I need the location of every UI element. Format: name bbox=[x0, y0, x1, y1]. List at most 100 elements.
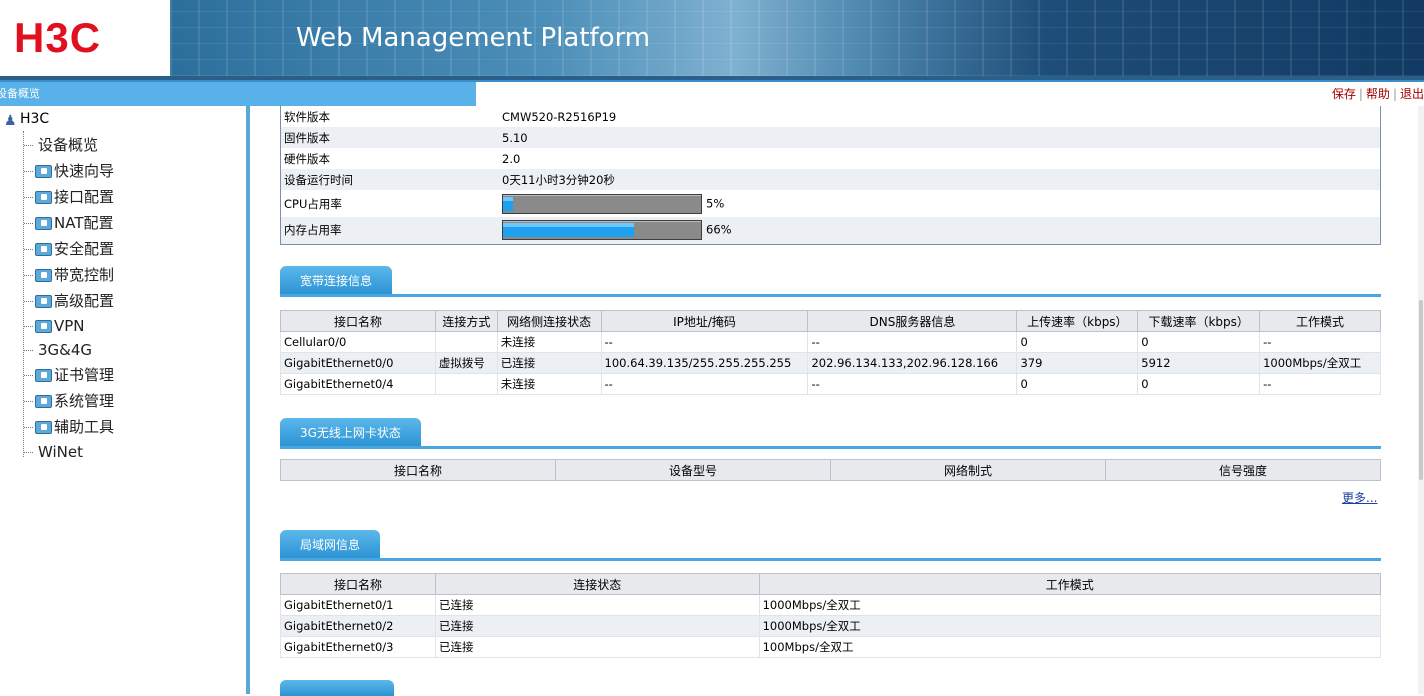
wireless-section-header: 3G无线上网卡状态 bbox=[280, 418, 1381, 449]
platform-title: Web Management Platform bbox=[296, 23, 651, 53]
table-cell: Cellular0/0 bbox=[280, 331, 436, 353]
tree-root-label: H3C bbox=[20, 111, 50, 127]
column-header: 设备型号 bbox=[555, 459, 831, 481]
folder-icon bbox=[35, 395, 52, 408]
table-cell: -- bbox=[600, 331, 809, 353]
table-row: GigabitEthernet0/1 已连接 1000Mbps/全双工 bbox=[280, 594, 1382, 616]
scrollbar-thumb[interactable] bbox=[1419, 300, 1423, 480]
h3c-logo: H3C bbox=[14, 14, 102, 61]
tree-connector bbox=[24, 325, 33, 328]
sidebar-item[interactable]: 带宽控制 bbox=[24, 264, 114, 286]
table-header-row: 接口名称 设备型号 网络制式 信号强度 bbox=[280, 459, 1381, 481]
sidebar-item[interactable]: WiNet bbox=[24, 441, 83, 463]
device-info-table: 软件版本 CMW520-R2516P19 固件版本 5.10 硬件版本 2.0 设备运… bbox=[280, 106, 1381, 245]
tree-root[interactable]: ♟ H3C bbox=[4, 108, 49, 130]
sidebar-item[interactable]: 证书管理 bbox=[24, 364, 114, 386]
table-cell: -- bbox=[807, 331, 1018, 353]
table-header-row: 接口名称 连接状态 工作模式 bbox=[280, 573, 1382, 595]
table-cell: -- bbox=[1259, 373, 1381, 395]
info-value: 2.0 bbox=[502, 151, 521, 166]
tree-connector bbox=[24, 400, 33, 403]
cpu-label: CPU占用率 bbox=[284, 196, 342, 211]
save-link[interactable]: 保存 bbox=[1332, 87, 1356, 101]
column-header: DNS服务器信息 bbox=[807, 310, 1018, 332]
table-cell: -- bbox=[1259, 331, 1381, 353]
sidebar-item[interactable]: 接口配置 bbox=[24, 186, 114, 208]
column-header: 连接方式 bbox=[434, 310, 498, 332]
info-value: 5.10 bbox=[499, 127, 1381, 148]
logout-link[interactable]: 退出 bbox=[1400, 87, 1424, 101]
memory-row: 内存占用率 66% bbox=[280, 217, 1381, 244]
sidebar-item[interactable]: 3G&4G bbox=[24, 339, 92, 361]
lan-section-tab[interactable]: 局域网信息 bbox=[280, 530, 381, 558]
table-cell: 已连接 bbox=[434, 636, 760, 658]
user-group-icon: ♟ bbox=[4, 113, 17, 129]
column-header: 连接状态 bbox=[434, 573, 760, 595]
table-cell: GigabitEthernet0/3 bbox=[280, 636, 436, 658]
info-key: 固件版本 bbox=[280, 127, 499, 148]
sidebar-item-label: 带宽控制 bbox=[54, 266, 115, 284]
cpu-usage-bar bbox=[502, 193, 702, 214]
sidebar-item[interactable]: 安全配置 bbox=[24, 238, 114, 260]
sidebar-item-label: WiNet bbox=[38, 443, 83, 461]
section-rule bbox=[280, 558, 1381, 561]
column-header: 接口名称 bbox=[280, 573, 436, 595]
table-row: GigabitEthernet0/3 已连接 100Mbps/全双工 bbox=[280, 636, 1382, 658]
sidebar-item-label: 接口配置 bbox=[54, 188, 115, 206]
table-cell: 1000Mbps/全双工 bbox=[758, 615, 1382, 637]
table-cell: -- bbox=[807, 373, 1018, 395]
broadband-section-tab[interactable]: 宽带连接信息 bbox=[280, 266, 393, 294]
sidebar-item[interactable]: 设备概览 bbox=[24, 134, 98, 156]
tree-connector bbox=[24, 349, 33, 352]
lan-table: 接口名称 连接状态 工作模式 GigabitEthernet0/1 已连接 1000Mb… bbox=[280, 573, 1382, 658]
memory-usage-bar bbox=[502, 220, 702, 241]
info-row: 设备运行时间 0天11小时3分钟20秒 bbox=[280, 169, 1381, 190]
table-cell: -- bbox=[600, 373, 809, 395]
current-page-title: 设备概览 bbox=[0, 87, 40, 100]
tree-connector bbox=[24, 222, 33, 225]
sidebar-item[interactable]: 辅助工具 bbox=[24, 416, 114, 438]
broadband-table: 接口名称 连接方式 网络侧连接状态 IP地址/掩码 DNS服务器信息 上传速率（kbps）… bbox=[280, 310, 1381, 395]
table-cell: 1000Mbps/全双工 bbox=[758, 594, 1382, 616]
sidebar-item[interactable]: 系统管理 bbox=[24, 390, 114, 412]
table-cell: GigabitEthernet0/1 bbox=[280, 594, 436, 616]
table-cell: 100Mbps/全双工 bbox=[758, 636, 1382, 658]
folder-icon bbox=[35, 295, 52, 308]
memory-label: 内存占用率 bbox=[280, 217, 499, 244]
tree-connector bbox=[24, 426, 33, 429]
sidebar-item-label: 辅助工具 bbox=[54, 418, 115, 436]
cpu-usage-fill bbox=[503, 196, 513, 211]
sidebar-item[interactable]: 高级配置 bbox=[24, 290, 114, 312]
info-value: CMW520-R2516P19 bbox=[502, 109, 617, 124]
info-key: 硬件版本 bbox=[284, 151, 330, 166]
folder-icon bbox=[35, 421, 52, 434]
table-cell: 379 bbox=[1016, 352, 1139, 374]
wireless-section-tab[interactable]: 3G无线上网卡状态 bbox=[280, 418, 421, 446]
table-header-row: 接口名称 连接方式 网络侧连接状态 IP地址/掩码 DNS服务器信息 上传速率（kbps）… bbox=[280, 310, 1381, 332]
table-row: GigabitEthernet0/2 已连接 1000Mbps/全双工 bbox=[280, 615, 1382, 637]
table-cell: 未连接 bbox=[496, 331, 602, 353]
nav-strip bbox=[0, 80, 476, 106]
sidebar-item[interactable]: 快速向导 bbox=[24, 160, 114, 182]
tree-connector bbox=[24, 196, 33, 199]
folder-icon bbox=[35, 243, 52, 256]
info-row: 硬件版本 2.0 bbox=[281, 148, 1381, 169]
sidebar-item-label: 系统管理 bbox=[54, 392, 115, 410]
column-header: 工作模式 bbox=[1259, 310, 1381, 332]
table-cell: 0 bbox=[1137, 331, 1261, 353]
broadband-section-header: 宽带连接信息 bbox=[280, 266, 1381, 297]
separator: | bbox=[1358, 87, 1363, 101]
sidebar-item[interactable]: NAT配置 bbox=[24, 212, 113, 234]
section-rule bbox=[280, 294, 1381, 297]
sidebar-item-label: 快速向导 bbox=[54, 162, 115, 180]
sidebar-item-label: NAT配置 bbox=[54, 214, 114, 232]
more-link[interactable]: 更多... bbox=[1342, 489, 1377, 506]
table-cell bbox=[434, 373, 498, 395]
sidebar-item[interactable]: VPN bbox=[24, 315, 85, 337]
tree-connector bbox=[24, 144, 33, 147]
sidebar-item-label: 安全配置 bbox=[54, 240, 115, 258]
help-link[interactable]: 帮助 bbox=[1366, 87, 1390, 101]
folder-icon bbox=[35, 165, 52, 178]
memory-usage-value: 66% bbox=[706, 222, 732, 237]
table-row: GigabitEthernet0/4 未连接 -- -- 0 0 -- bbox=[280, 373, 1381, 395]
